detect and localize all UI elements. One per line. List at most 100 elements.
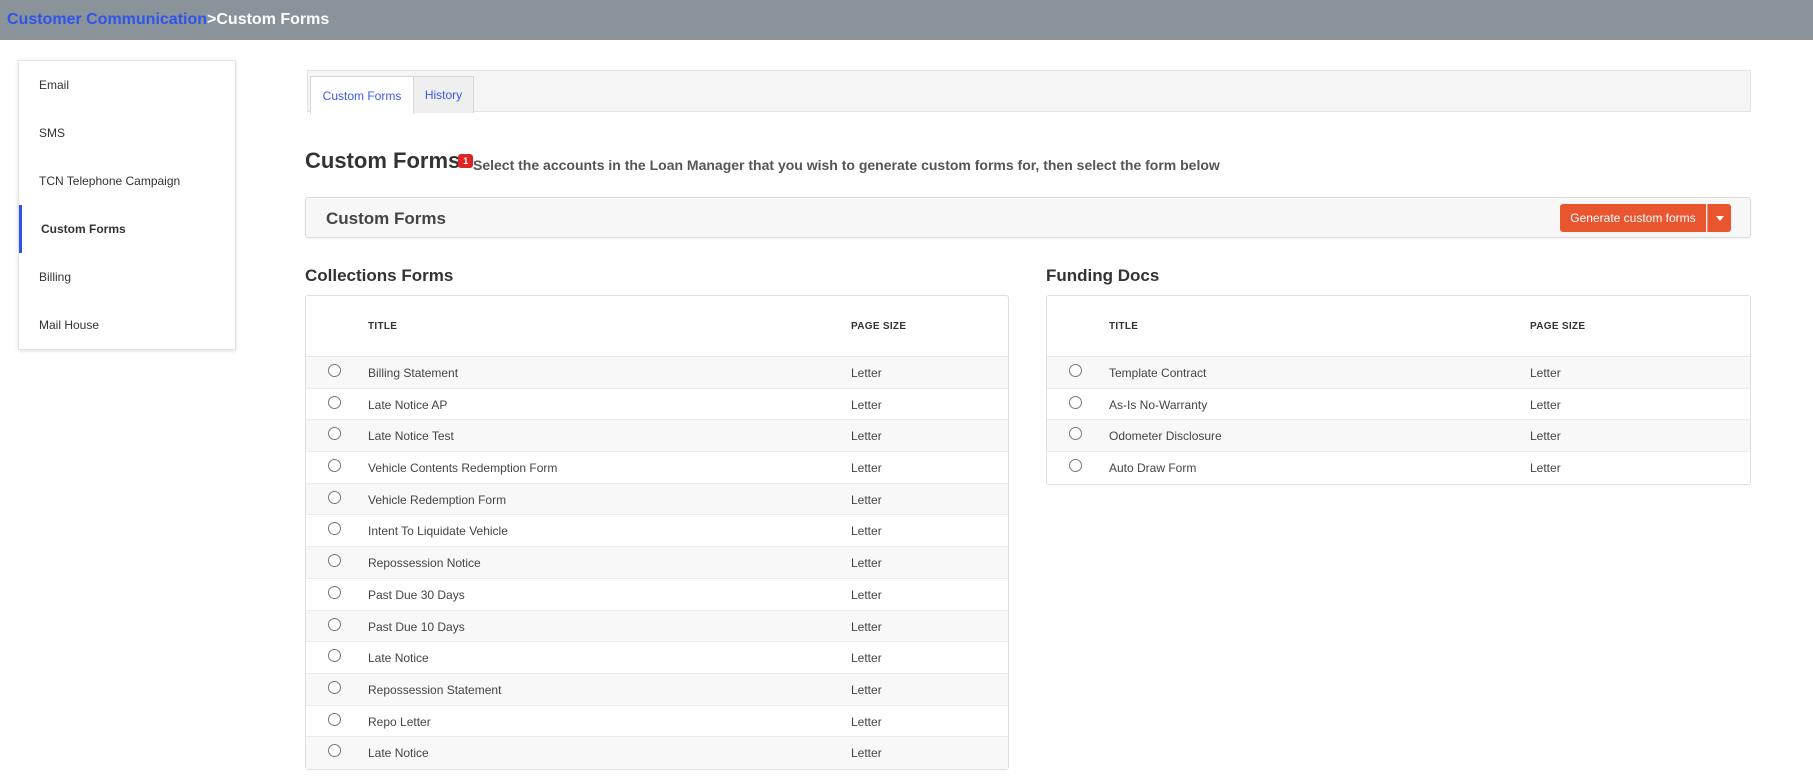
column-header-page-size: PAGE SIZE	[1530, 321, 1586, 332]
row-radio[interactable]	[328, 395, 341, 409]
table-row[interactable]: Late Notice AP Letter	[306, 389, 1008, 421]
sidebar-item-tcn-telephone-campaign[interactable]: TCN Telephone Campaign	[19, 157, 235, 205]
row-page-size: Letter	[851, 746, 882, 761]
row-radio[interactable]	[328, 522, 341, 536]
row-radio[interactable]	[328, 490, 341, 504]
table-row[interactable]: Auto Draw Form Letter	[1047, 452, 1750, 484]
row-radio[interactable]	[1069, 427, 1082, 441]
row-title: Late Notice	[368, 651, 429, 666]
table-row[interactable]: Past Due 30 Days Letter	[306, 579, 1008, 611]
row-radio[interactable]	[328, 680, 341, 694]
tab-bar: Custom Forms History	[307, 70, 1751, 114]
row-title: Odometer Disclosure	[1109, 429, 1222, 444]
sidebar-item-mail-house[interactable]: Mail House	[19, 301, 235, 349]
row-radio[interactable]	[328, 554, 341, 568]
row-page-size: Letter	[851, 397, 882, 412]
table-row[interactable]: Repossession Notice Letter	[306, 547, 1008, 579]
caret-down-icon	[1715, 215, 1724, 221]
row-title: Repo Letter	[368, 714, 431, 729]
generate-options-dropdown[interactable]	[1707, 204, 1731, 232]
panel-title: Custom Forms	[326, 209, 446, 228]
row-title: Late Notice AP	[368, 397, 448, 412]
row-radio[interactable]	[1069, 459, 1082, 473]
row-page-size: Letter	[851, 714, 882, 729]
sidebar-item-email[interactable]: Email	[19, 61, 235, 109]
table-row[interactable]: Billing Statement Letter	[306, 357, 1008, 389]
sidebar-item-label: Mail House	[39, 318, 100, 332]
row-radio[interactable]	[328, 617, 341, 631]
breadcrumb: Customer Communication > Custom Forms	[0, 0, 1813, 40]
table-row[interactable]: Vehicle Contents Redemption Form Letter	[306, 452, 1008, 484]
table-row[interactable]: Late Notice Letter	[306, 642, 1008, 674]
sidebar: Email SMS TCN Telephone Campaign Custom …	[18, 60, 236, 350]
funding-docs-table: TITLE PAGE SIZE Template Contract Letter …	[1046, 295, 1751, 485]
collections-forms-title: Collections Forms	[305, 266, 454, 285]
row-title: Auto Draw Form	[1109, 461, 1197, 476]
sidebar-item-label: Custom Forms	[41, 222, 126, 236]
table-row[interactable]: Template Contract Letter	[1047, 357, 1750, 389]
sidebar-item-label: Email	[39, 78, 70, 92]
collections-forms-table: TITLE PAGE SIZE Billing Statement Letter …	[305, 295, 1009, 770]
sidebar-item-sms[interactable]: SMS	[19, 109, 235, 157]
table-row[interactable]: Odometer Disclosure Letter	[1047, 420, 1750, 453]
row-title: Intent To Liquidate Vehicle	[368, 524, 508, 539]
breadcrumb-current: Custom Forms	[216, 11, 330, 28]
row-radio[interactable]	[328, 744, 341, 758]
table-row[interactable]: Late Notice Test Letter	[306, 420, 1008, 453]
table-row[interactable]: Intent To Liquidate Vehicle Letter	[306, 515, 1008, 548]
row-title: Late Notice Test	[368, 429, 454, 444]
row-radio[interactable]	[328, 712, 341, 726]
row-title: Billing Statement	[368, 366, 459, 380]
tab-custom-forms[interactable]: Custom Forms	[310, 76, 414, 114]
row-radio[interactable]	[328, 364, 341, 377]
page-heading: Custom Forms 1	[305, 148, 474, 174]
row-title: Late Notice	[368, 746, 429, 761]
row-title: Template Contract	[1109, 366, 1207, 380]
sidebar-item-custom-forms[interactable]: Custom Forms	[19, 205, 235, 253]
custom-forms-panel: Custom Forms Generate custom forms	[305, 197, 1751, 238]
row-page-size: Letter	[851, 492, 882, 507]
row-radio[interactable]	[328, 649, 341, 663]
table-row[interactable]: As-Is No-Warranty Letter	[1047, 389, 1750, 421]
table-row[interactable]: Vehicle Redemption Form Letter	[306, 483, 1008, 516]
row-page-size: Letter	[851, 619, 882, 634]
row-title: Vehicle Redemption Form	[368, 492, 507, 507]
column-header-title: TITLE	[368, 321, 398, 332]
breadcrumb-separator: >	[207, 11, 217, 28]
row-radio[interactable]	[328, 427, 341, 441]
row-page-size: Letter	[1530, 397, 1561, 412]
row-page-size: Letter	[851, 461, 882, 476]
row-title: As-Is No-Warranty	[1109, 397, 1208, 412]
row-radio[interactable]	[1069, 395, 1082, 409]
notification-badge: 1	[458, 154, 474, 168]
row-page-size: Letter	[851, 682, 882, 697]
breadcrumb-link-customer-communication[interactable]: Customer Communication	[7, 11, 207, 29]
table-row[interactable]: Past Due 10 Days Letter	[306, 610, 1008, 643]
sidebar-item-label: SMS	[39, 126, 66, 140]
row-radio[interactable]	[328, 585, 341, 599]
sidebar-item-billing[interactable]: Billing	[19, 253, 235, 301]
row-page-size: Letter	[851, 556, 882, 571]
page-description: Select the accounts in the Loan Manager …	[473, 157, 1220, 173]
row-title: Past Due 10 Days	[368, 619, 465, 634]
row-page-size: Letter	[851, 366, 882, 380]
generate-custom-forms-button[interactable]: Generate custom forms	[1560, 204, 1706, 232]
funding-docs-title: Funding Docs	[1046, 266, 1160, 285]
row-radio[interactable]	[328, 459, 341, 473]
table-row[interactable]: Late Notice Letter	[306, 737, 1008, 769]
row-radio[interactable]	[1069, 364, 1082, 377]
row-title: Repossession Statement	[368, 682, 502, 697]
page-title: Custom Forms	[305, 148, 461, 173]
table-header: TITLE PAGE SIZE	[306, 296, 1008, 357]
row-page-size: Letter	[1530, 366, 1561, 380]
column-header-page-size: PAGE SIZE	[851, 321, 907, 332]
row-page-size: Letter	[851, 651, 882, 666]
table-row[interactable]: Repo Letter Letter	[306, 706, 1008, 738]
table-header: TITLE PAGE SIZE	[1047, 296, 1750, 357]
row-title: Past Due 30 Days	[368, 587, 465, 602]
row-page-size: Letter	[851, 429, 882, 444]
tab-history[interactable]: History	[413, 76, 474, 113]
table-body: Billing Statement Letter Late Notice AP Le…	[306, 357, 1008, 769]
row-page-size: Letter	[851, 524, 882, 539]
table-row[interactable]: Repossession Statement Letter	[306, 673, 1008, 706]
